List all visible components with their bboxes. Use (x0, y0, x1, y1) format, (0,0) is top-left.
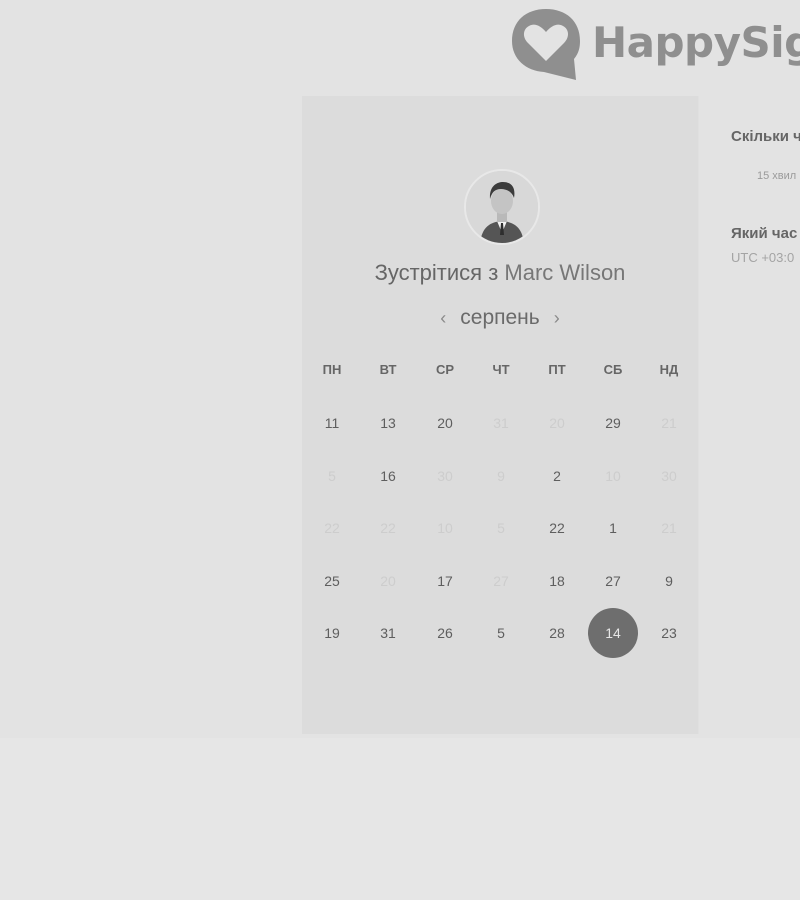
calendar-day[interactable]: 28 (532, 608, 582, 658)
duration-question: Скільки ч (731, 128, 800, 145)
calendar-day: 30 (437, 468, 453, 484)
calendar-day[interactable]: 11 (307, 398, 357, 448)
calendar-day[interactable]: 5 (476, 608, 526, 658)
calendar-day[interactable]: 20 (420, 398, 470, 448)
meeting-details-panel: Скільки ч 15 хвил Який час UTC +03:0 (731, 0, 800, 738)
footer-background (0, 738, 800, 900)
calendar-day[interactable]: 16 (363, 451, 413, 501)
calendar-day: 21 (661, 520, 677, 536)
calendar-day: 9 (497, 468, 505, 484)
calendar-day[interactable]: 29 (588, 398, 638, 448)
calendar-day[interactable]: 23 (644, 608, 694, 658)
calendar-day[interactable]: 1 (588, 503, 638, 553)
calendar-day: 22 (380, 520, 396, 536)
calendar-day: 10 (605, 468, 621, 484)
calendar-day[interactable]: 17 (420, 556, 470, 606)
heart-speech-bubble-icon (510, 7, 582, 81)
duration-option[interactable]: 15 хвил (757, 170, 796, 182)
calendar-day: 5 (497, 520, 505, 536)
calendar-day: 10 (437, 520, 453, 536)
calendar-day[interactable]: 9 (644, 556, 694, 606)
calendar-day-selected[interactable]: 14 (588, 608, 638, 658)
calendar-day[interactable]: 22 (532, 503, 582, 553)
calendar-day[interactable]: 27 (588, 556, 638, 606)
calendar-day: 22 (324, 520, 340, 536)
calendar-day: 20 (380, 573, 396, 589)
calendar-day[interactable]: 13 (363, 398, 413, 448)
calendar-day: 31 (493, 415, 509, 431)
calendar-day[interactable]: 31 (363, 608, 413, 658)
timezone-selector[interactable]: UTC +03:0 (731, 250, 794, 265)
calendar-day[interactable]: 2 (532, 451, 582, 501)
calendar-day: 30 (661, 468, 677, 484)
calendar-day[interactable]: 25 (307, 556, 357, 606)
page: HappySig Зустрітися з Marc Wilson ‹ серп… (0, 0, 800, 900)
scheduler-card: Зустрітися з Marc Wilson ‹ серпень › ПН В… (302, 96, 699, 734)
calendar-day[interactable]: 19 (307, 608, 357, 658)
calendar-day: 20 (549, 415, 565, 431)
calendar-day: 21 (661, 415, 677, 431)
time-question: Який час (731, 225, 798, 242)
calendar-day: 5 (328, 468, 336, 484)
calendar-day[interactable]: 18 (532, 556, 582, 606)
calendar-day[interactable]: 26 (420, 608, 470, 658)
calendar-day: 27 (493, 573, 509, 589)
calendar-grid: 11 13 20 31 20 29 21 5 16 30 9 2 10 30 22 22 10 5 22 1 21 25 2… (302, 96, 698, 734)
